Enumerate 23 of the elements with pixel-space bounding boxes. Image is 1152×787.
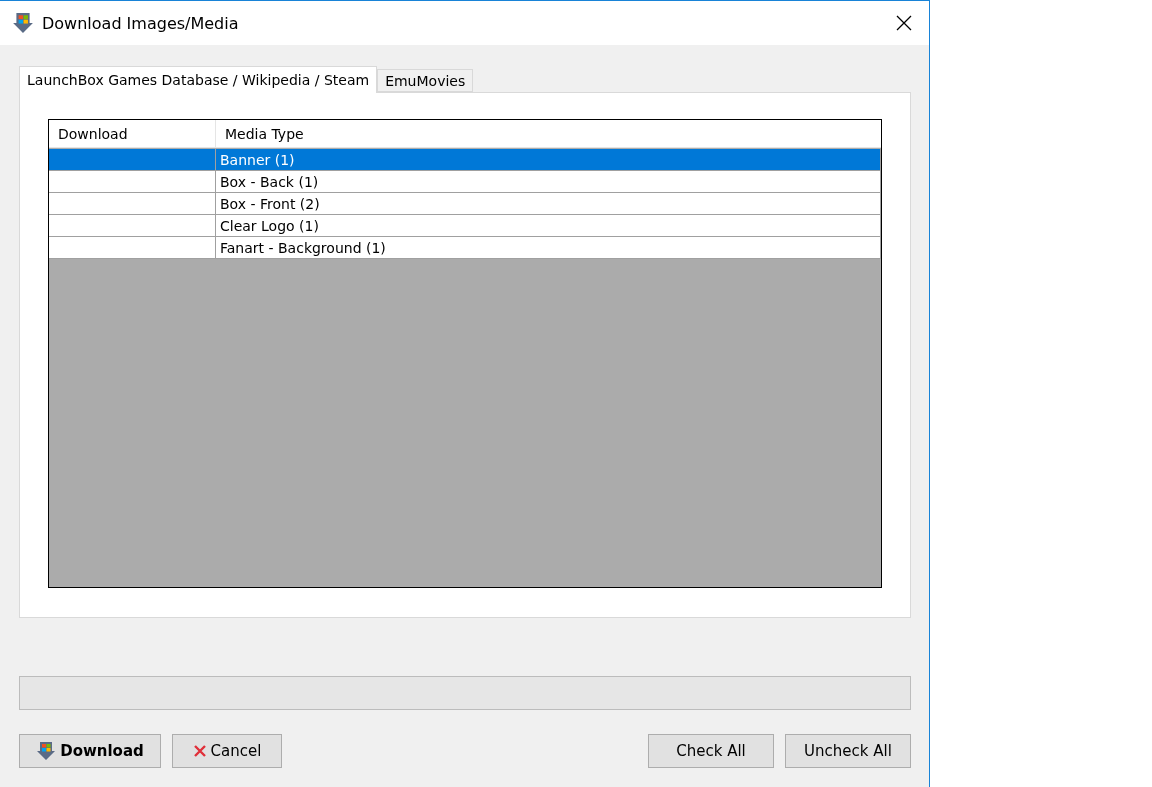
column-header[interactable]: Media Type xyxy=(216,120,881,148)
download-button[interactable]: Download xyxy=(19,734,161,768)
tab[interactable]: LaunchBox Games Database / Wikipedia / Steam xyxy=(19,66,378,93)
media-type-cell[interactable]: Fanart - Background (1) xyxy=(216,237,881,259)
download-arrow-icon xyxy=(36,741,57,761)
close-icon xyxy=(896,15,912,31)
download-cell[interactable] xyxy=(49,193,216,215)
download-cell[interactable] xyxy=(49,149,216,171)
download-cell[interactable] xyxy=(49,215,216,237)
action-button[interactable]: Uncheck All xyxy=(785,734,911,768)
cancel-button[interactable]: Cancel xyxy=(172,734,282,768)
media-type-cell[interactable]: Banner (1) xyxy=(216,149,881,171)
media-type-cell[interactable]: Clear Logo (1) xyxy=(216,215,881,237)
cross-icon xyxy=(192,744,207,758)
window-title: Download Images/Media xyxy=(42,13,240,33)
download-cell[interactable] xyxy=(49,237,216,259)
media-type-cell[interactable]: Box - Front (2) xyxy=(216,193,881,215)
download-arrow-icon xyxy=(12,12,34,34)
tab[interactable]: EmuMovies xyxy=(377,69,474,92)
download-cell[interactable] xyxy=(49,171,216,193)
column-header[interactable]: Download xyxy=(49,120,216,148)
action-button[interactable]: Check All xyxy=(648,734,774,768)
media-type-cell[interactable]: Box - Back (1) xyxy=(216,171,881,193)
